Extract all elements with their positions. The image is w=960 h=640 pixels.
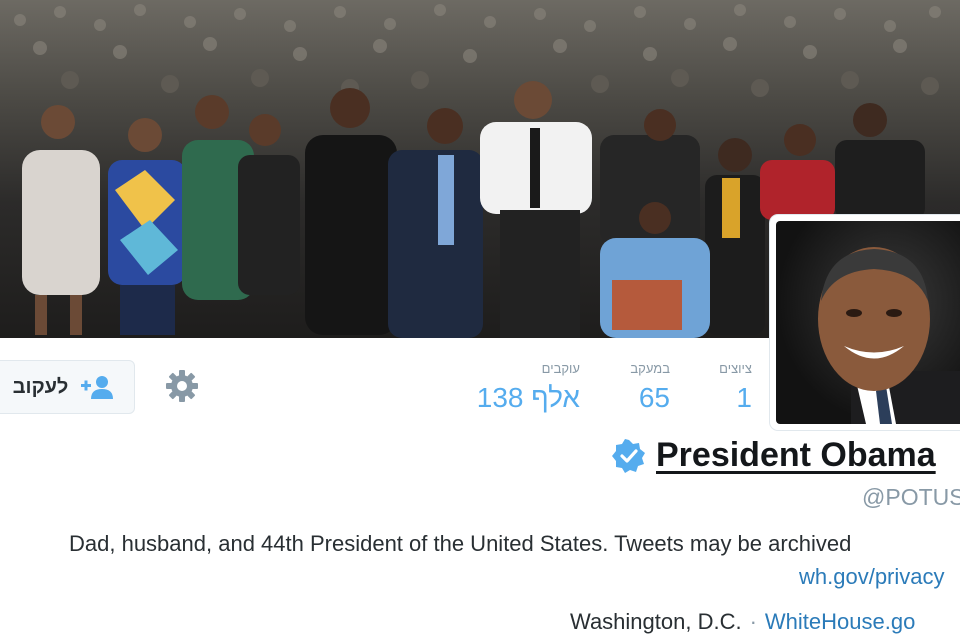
stat-followers-label: עוקבים bbox=[541, 361, 580, 376]
profile-bio: Dad, husband, and 44th President of the … bbox=[69, 531, 852, 556]
stat-followers[interactable]: עוקבים 138 אלף bbox=[464, 361, 580, 414]
stat-tweets-value: 1 bbox=[736, 382, 752, 413]
screen-name[interactable]: @POTUS bbox=[862, 484, 960, 511]
avatar-photo bbox=[776, 221, 960, 424]
stat-tweets[interactable]: ציוצים 1 bbox=[700, 361, 752, 414]
profile-name-row: President Obama bbox=[612, 436, 936, 475]
stat-followers-value: 138 אלף bbox=[476, 382, 580, 413]
meta-separator: · bbox=[749, 609, 757, 634]
profile-website-link[interactable]: WhiteHouse.go bbox=[765, 609, 915, 634]
stat-following-label: במעקב bbox=[630, 361, 670, 376]
add-user-icon bbox=[80, 375, 114, 399]
stat-following-value: 65 bbox=[638, 382, 670, 413]
gear-icon[interactable] bbox=[164, 368, 200, 404]
follow-button-label: לעקוב bbox=[12, 375, 69, 398]
bio-privacy-link[interactable]: wh.gov/privacy bbox=[799, 564, 945, 590]
stat-tweets-label: ציוצים bbox=[719, 361, 752, 376]
verified-badge-icon bbox=[612, 438, 646, 473]
profile-meta-row: Washington, D.C. · WhiteHouse.go bbox=[570, 609, 915, 635]
stat-following[interactable]: במעקב 65 bbox=[610, 361, 670, 414]
follow-button[interactable]: לעקוב bbox=[0, 360, 135, 414]
profile-name[interactable]: President Obama bbox=[656, 436, 936, 475]
profile-avatar[interactable] bbox=[770, 215, 960, 430]
profile-location: Washington, D.C. bbox=[570, 609, 742, 634]
